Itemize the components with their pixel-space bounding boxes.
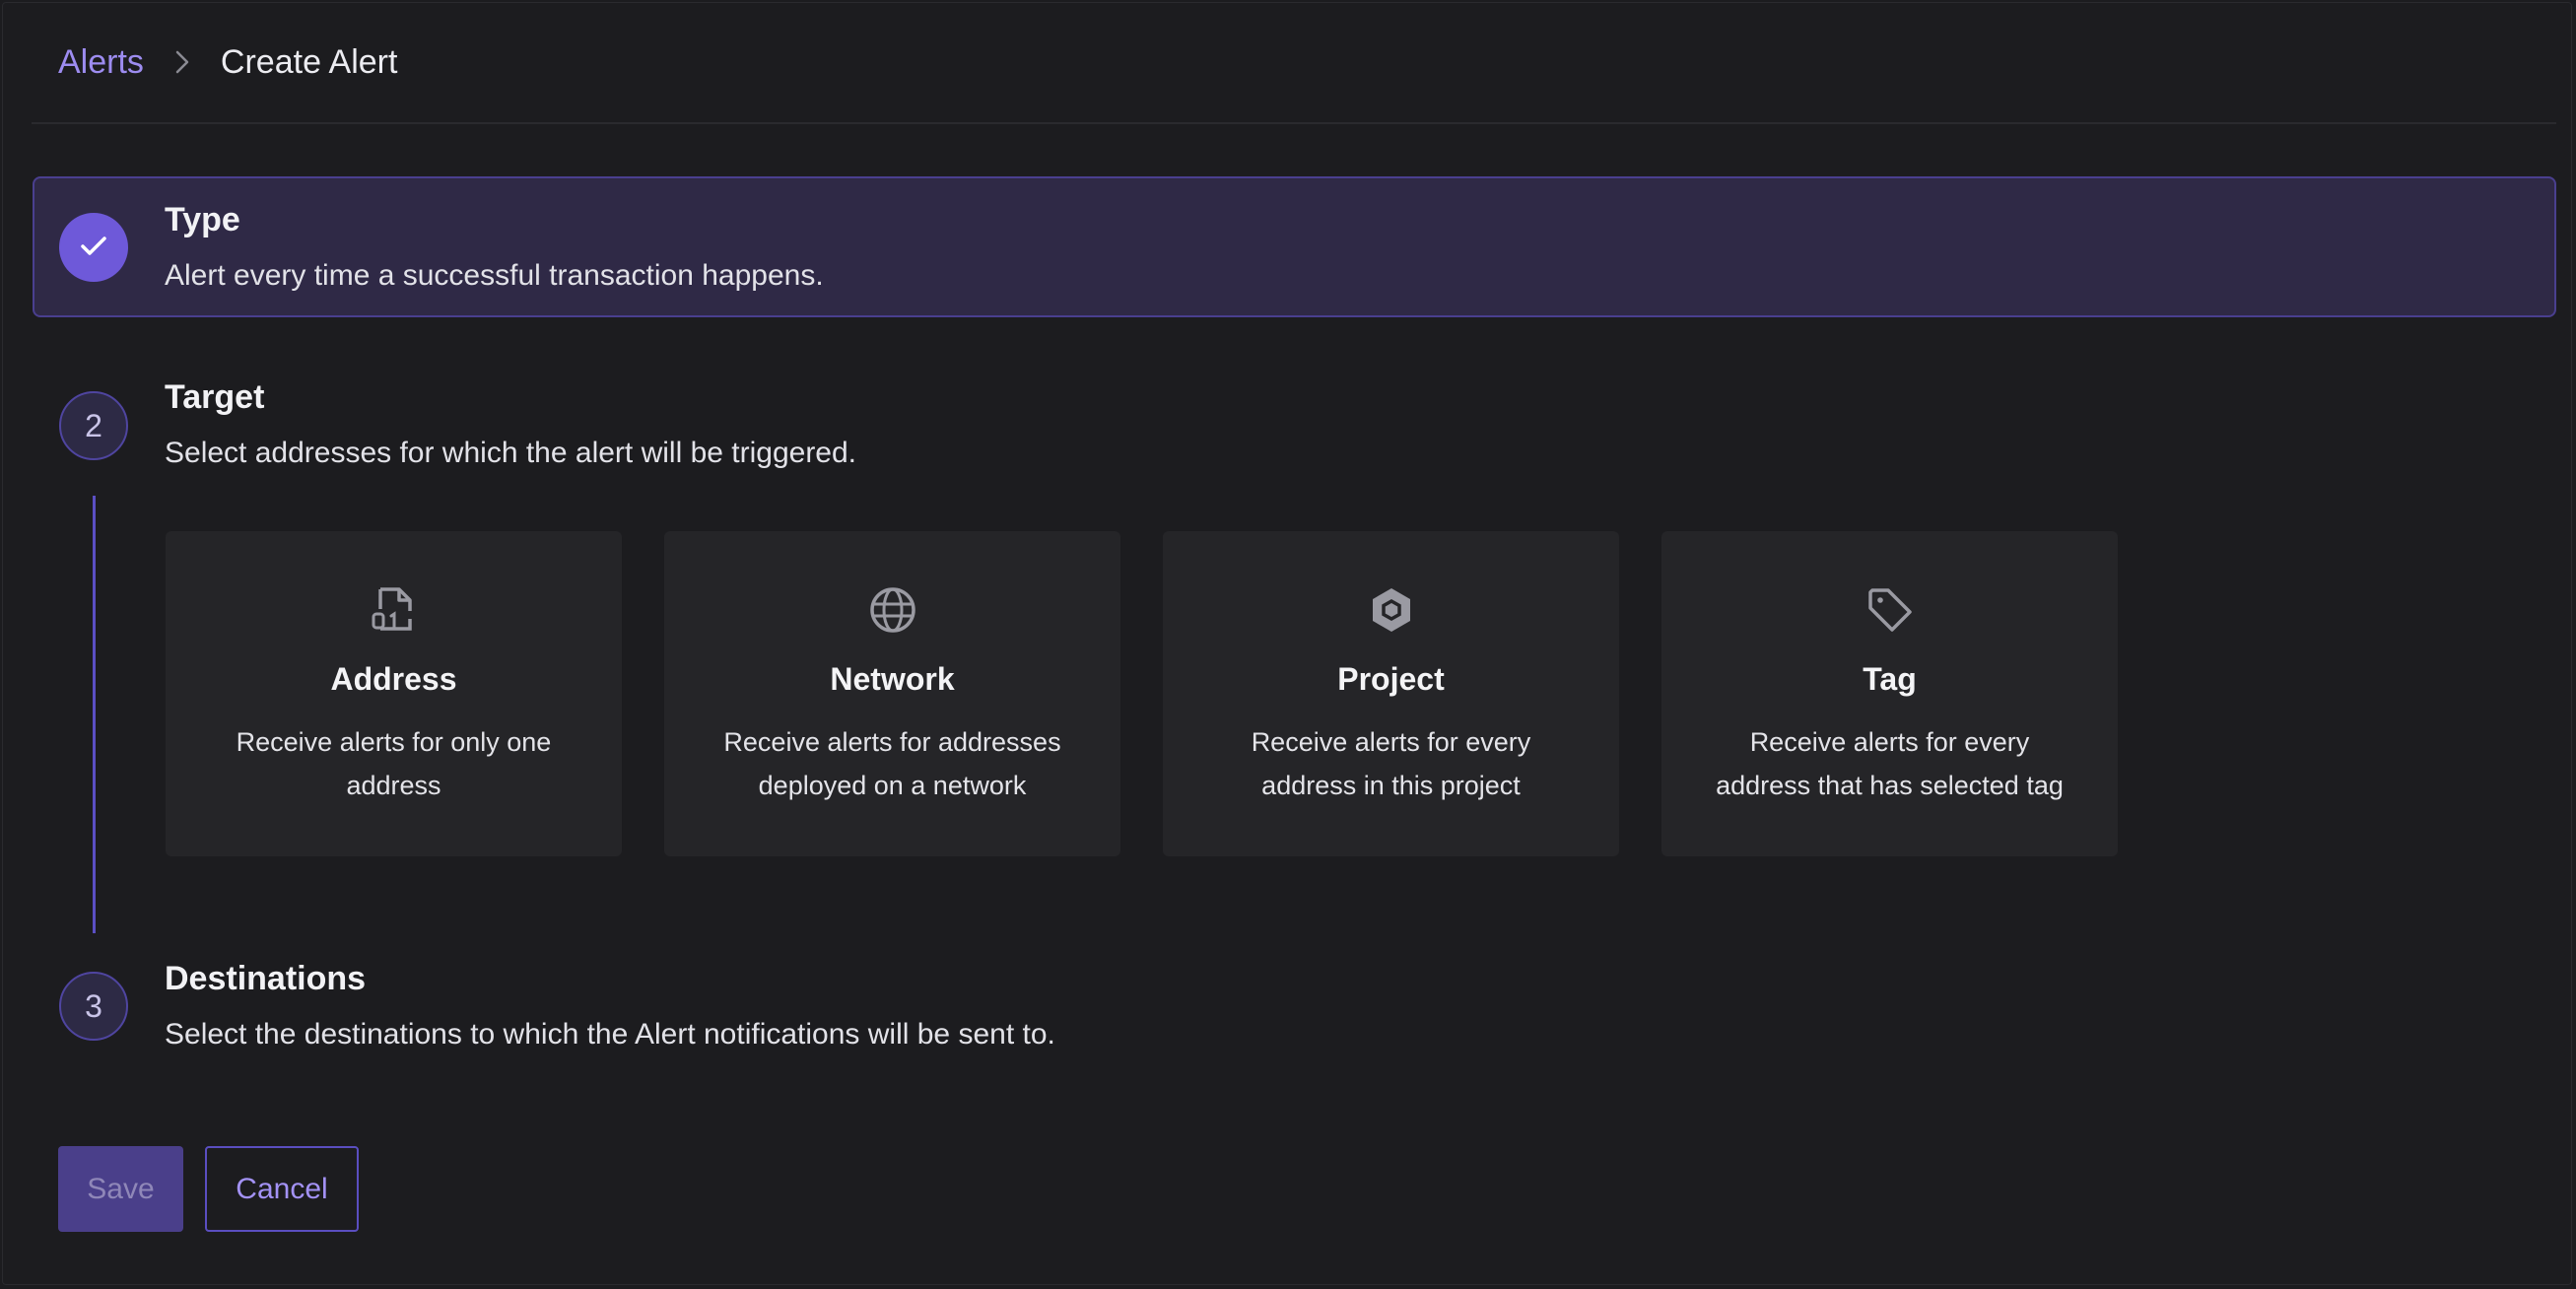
- hexagon-icon: [1364, 582, 1419, 638]
- card-description: Receive alerts for addresses deployed on…: [723, 727, 1061, 800]
- cancel-button[interactable]: Cancel: [205, 1146, 359, 1232]
- breadcrumb-alerts-link[interactable]: Alerts: [58, 43, 144, 82]
- card-title: Project: [1337, 661, 1445, 697]
- step-description: Select addresses for which the alert wil…: [165, 437, 857, 469]
- card-description: Receive alerts for only one address: [236, 727, 552, 800]
- step-number: 3: [85, 987, 102, 1024]
- step-completed-badge: [59, 213, 128, 282]
- card-title: Address: [330, 661, 457, 697]
- header-divider: [32, 122, 2556, 124]
- card-description: Receive alerts for every address in this…: [1251, 727, 1531, 800]
- step-description: Alert every time a successful transactio…: [165, 259, 824, 292]
- file-binary-icon: [367, 582, 422, 638]
- card-title: Network: [830, 661, 955, 697]
- step-title: Target: [165, 378, 265, 416]
- step-description: Select the destinations to which the Ale…: [165, 1018, 1055, 1051]
- check-icon: [79, 230, 108, 266]
- step-title: Destinations: [165, 960, 367, 997]
- step-connector-line: [93, 496, 96, 933]
- globe-icon: [865, 582, 920, 638]
- chevron-right-icon: [173, 49, 191, 75]
- step-number-badge: 2: [59, 391, 128, 460]
- save-button[interactable]: Save: [58, 1146, 183, 1232]
- target-card-network[interactable]: Network Receive alerts for addresses dep…: [664, 531, 1120, 856]
- card-title: Tag: [1863, 661, 1917, 697]
- step-title: Type: [165, 201, 240, 238]
- card-description: Receive alerts for every address that ha…: [1716, 727, 2064, 800]
- step-number-badge: 3: [59, 972, 128, 1041]
- step-number: 2: [85, 407, 102, 443]
- target-card-tag[interactable]: Tag Receive alerts for every address tha…: [1661, 531, 2118, 856]
- tag-icon: [1863, 582, 1918, 638]
- target-card-project[interactable]: Project Receive alerts for every address…: [1163, 531, 1619, 856]
- step-type[interactable]: [33, 176, 2556, 317]
- target-card-address[interactable]: Address Receive alerts for only one addr…: [166, 531, 622, 856]
- breadcrumb: Alerts Create Alert: [58, 37, 397, 87]
- page-title: Create Alert: [220, 42, 398, 81]
